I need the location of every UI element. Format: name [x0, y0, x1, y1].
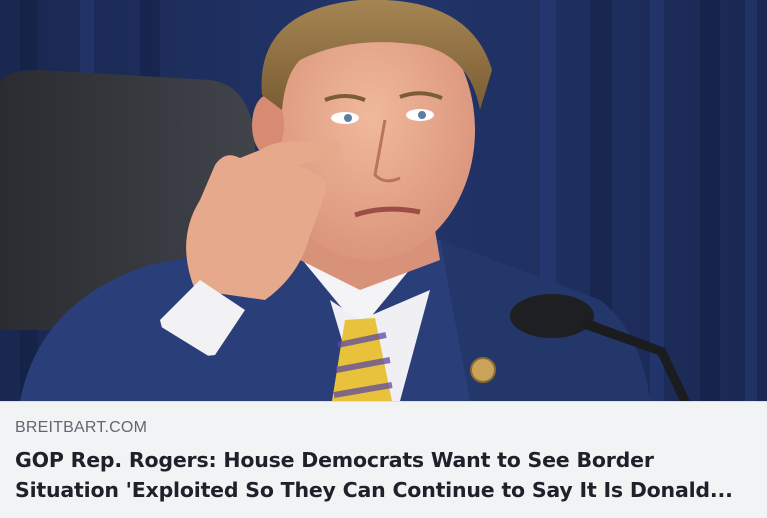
- article-headline[interactable]: GOP Rep. Rogers: House Democrats Want to…: [15, 445, 751, 505]
- article-photo: [0, 0, 767, 401]
- source-domain: BREITBART.COM: [15, 419, 148, 436]
- link-meta[interactable]: BREITBART.COM GOP Rep. Rogers: House Dem…: [0, 401, 767, 518]
- article-thumbnail[interactable]: [0, 0, 767, 401]
- link-preview-card[interactable]: BREITBART.COM GOP Rep. Rogers: House Dem…: [0, 0, 767, 518]
